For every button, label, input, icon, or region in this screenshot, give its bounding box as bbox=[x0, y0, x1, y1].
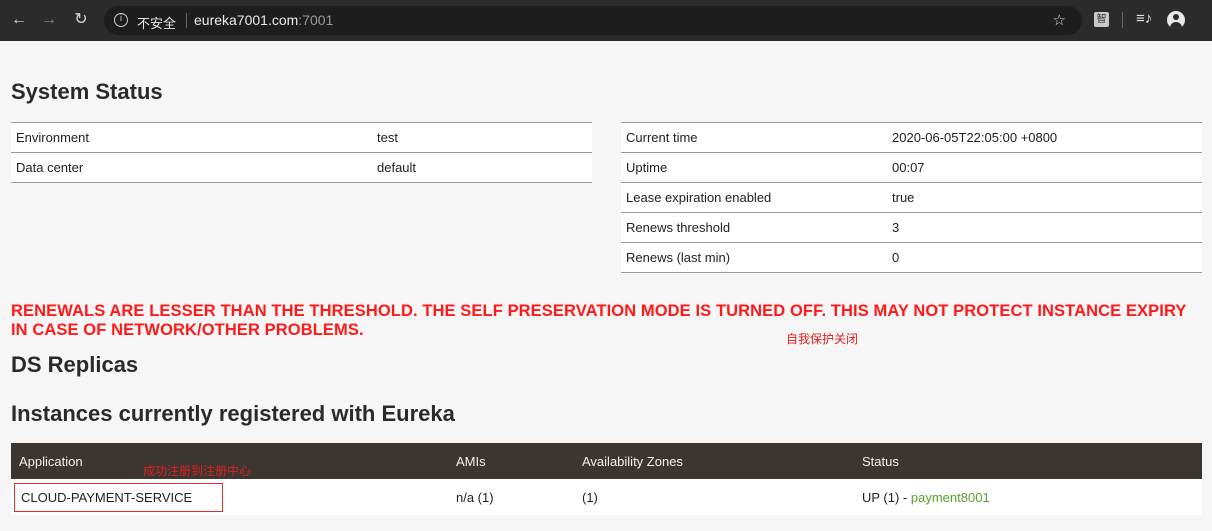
uptime-key: Uptime bbox=[621, 152, 887, 183]
table-row: Uptime 00:07 bbox=[621, 152, 1202, 183]
registered-annotation: 成功注册到注册中心 bbox=[143, 464, 252, 478]
instances-heading: Instances currently registered with Eure… bbox=[11, 401, 455, 426]
site-info-icon[interactable]: i bbox=[114, 13, 128, 27]
table-row: Data center default bbox=[11, 152, 592, 183]
browser-toolbar: ← → ↻ i 不安全 eureka7001.com:7001 ☆ 智 ≡♪ bbox=[0, 0, 1212, 41]
current-time-key: Current time bbox=[621, 122, 887, 153]
media-queue-icon[interactable]: ≡♪ bbox=[1136, 10, 1152, 27]
renews-last-min-value: 0 bbox=[887, 242, 1202, 273]
renews-last-min-key: Renews (last min) bbox=[621, 242, 887, 273]
instance-link[interactable]: payment8001 bbox=[911, 490, 990, 505]
env-key: Environment bbox=[11, 122, 372, 153]
current-time-value: 2020-06-05T22:05:00 +0800 bbox=[887, 122, 1202, 153]
table-row: Environment test bbox=[11, 122, 592, 153]
ds-replicas-heading: DS Replicas bbox=[11, 352, 139, 377]
application-name: CLOUD-PAYMENT-SERVICE bbox=[14, 482, 224, 512]
renews-threshold-key: Renews threshold bbox=[621, 212, 887, 243]
profile-avatar-icon[interactable] bbox=[1167, 11, 1185, 29]
uptime-value: 00:07 bbox=[887, 152, 1202, 183]
datacenter-key: Data center bbox=[11, 152, 372, 183]
toolbar-divider bbox=[1122, 12, 1123, 28]
system-status-heading: System Status bbox=[11, 79, 163, 104]
datacenter-value: default bbox=[372, 152, 592, 183]
table-row: CLOUD-PAYMENT-SERVICE n/a (1) (1) UP (1)… bbox=[11, 479, 1202, 515]
zones-cell: (1) bbox=[574, 479, 854, 515]
self-protect-off-annotation: 自我保护关闭 bbox=[786, 332, 859, 346]
self-preservation-warning: RENEWALS ARE LESSER THAN THE THRESHOLD. … bbox=[11, 302, 1187, 339]
env-value: test bbox=[372, 122, 592, 153]
column-header-availability-zones: Availability Zones bbox=[574, 443, 854, 479]
table-row: Current time 2020-06-05T22:05:00 +0800 bbox=[621, 122, 1202, 153]
address-bar[interactable]: i 不安全 eureka7001.com:7001 ☆ bbox=[104, 6, 1082, 35]
status-text: UP (1) - bbox=[862, 489, 911, 505]
column-header-status: Status bbox=[854, 443, 1202, 479]
table-row: Renews threshold 3 bbox=[621, 212, 1202, 243]
table-row: Renews (last min) 0 bbox=[621, 242, 1202, 273]
back-arrow-icon[interactable]: ← bbox=[8, 9, 30, 31]
address-divider bbox=[186, 13, 187, 28]
table-row: Lease expiration enabled true bbox=[621, 182, 1202, 213]
column-header-amis: AMIs bbox=[448, 443, 574, 479]
system-status-right-table: Current time 2020-06-05T22:05:00 +0800 U… bbox=[621, 122, 1202, 273]
insecure-label[interactable]: 不安全 bbox=[137, 13, 176, 32]
reload-icon[interactable]: ↻ bbox=[70, 9, 92, 31]
lease-expiration-key: Lease expiration enabled bbox=[621, 182, 887, 213]
bookmark-star-icon[interactable]: ☆ bbox=[1053, 11, 1066, 29]
lease-expiration-value: true bbox=[887, 182, 1202, 213]
url-text[interactable]: eureka7001.com:7001 bbox=[194, 12, 333, 28]
url-host: eureka7001.com bbox=[194, 12, 299, 28]
amis-cell: n/a (1) bbox=[448, 479, 574, 515]
instances-table: Application AMIs Availability Zones Stat… bbox=[11, 443, 1202, 515]
extension-icon[interactable]: 智 bbox=[1094, 12, 1109, 27]
status-cell: UP (1) - payment8001 bbox=[854, 479, 1202, 515]
forward-arrow-icon[interactable]: → bbox=[38, 9, 60, 31]
renews-threshold-value: 3 bbox=[887, 212, 1202, 243]
application-cell: CLOUD-PAYMENT-SERVICE bbox=[11, 479, 448, 515]
url-port: :7001 bbox=[298, 12, 334, 28]
system-status-left-table: Environment test Data center default bbox=[11, 122, 592, 183]
